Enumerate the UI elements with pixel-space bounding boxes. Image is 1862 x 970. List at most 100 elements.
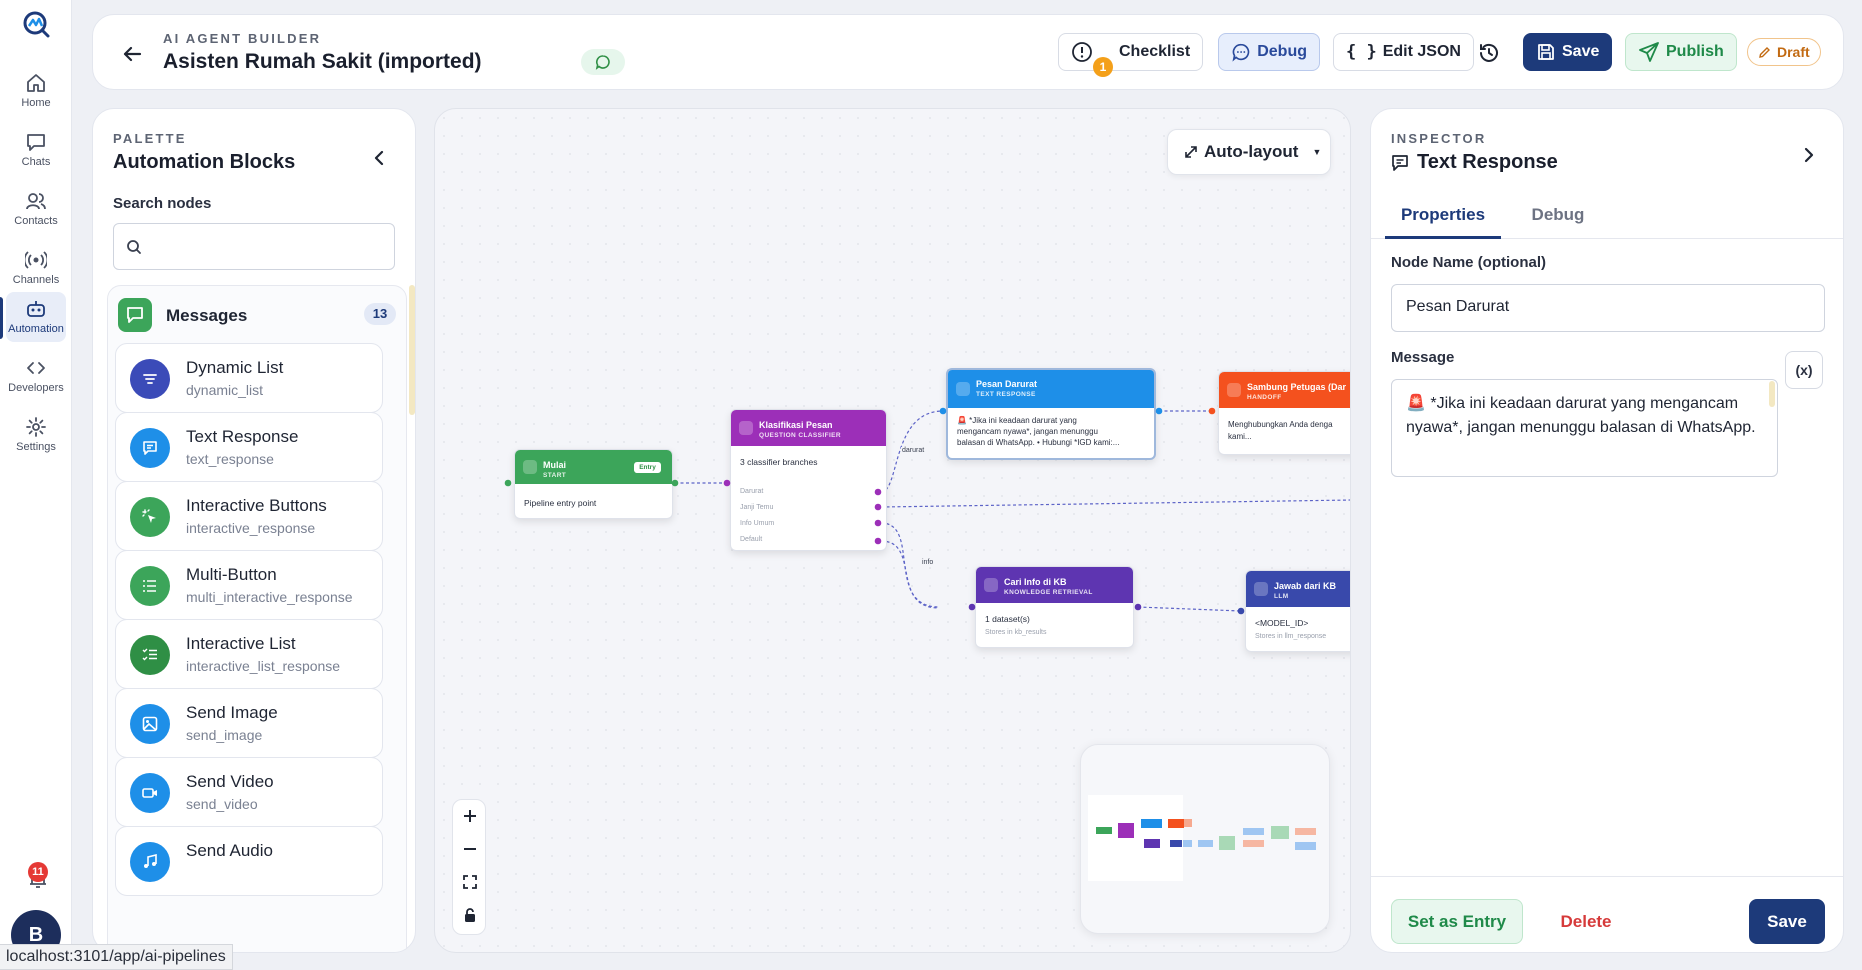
search-nodes-field[interactable] — [113, 223, 395, 270]
inspector-save-button[interactable]: Save — [1749, 899, 1825, 944]
rail-chats[interactable]: Chats — [6, 125, 66, 175]
minimap-node-llm — [1170, 840, 1182, 847]
app-logo[interactable] — [22, 10, 50, 38]
inspector-tabs: Properties Debug — [1371, 197, 1843, 239]
chat-icon — [27, 134, 45, 151]
palette-item-text-response[interactable]: Text Response text_response — [115, 412, 383, 482]
palette-item-icon-box — [130, 635, 170, 675]
lock-button[interactable] — [453, 899, 487, 932]
rail-developers[interactable]: Developers — [6, 351, 66, 401]
list-icon — [143, 580, 156, 592]
tab-debug[interactable]: Debug — [1513, 197, 1603, 239]
header-save-button[interactable]: Save — [1523, 33, 1613, 71]
palette-item-name: Send Audio — [186, 841, 273, 860]
plus-icon — [464, 810, 476, 822]
chevron-right-icon[interactable] — [1799, 145, 1819, 165]
rail-settings-label: Settings — [16, 441, 56, 453]
palette-item-multi-button[interactable]: Multi-Button multi_interactive_response — [115, 550, 383, 620]
minimap-node — [1183, 840, 1192, 847]
fit-view-icon — [463, 875, 477, 889]
fit-view-button[interactable] — [453, 866, 487, 899]
palette-item-send-audio[interactable]: Send Audio — [115, 826, 383, 896]
search-icon — [127, 240, 141, 254]
minimap-node — [1184, 819, 1192, 827]
message-scrollbar[interactable] — [1769, 381, 1775, 407]
robot-icon — [27, 301, 45, 317]
message-textarea[interactable]: 🚨 *Jika ini keadaan darurat yang menganc… — [1391, 379, 1778, 477]
minimap-node — [1198, 840, 1213, 847]
minimap-node-darurat — [1141, 819, 1162, 828]
search-nodes-input[interactable] — [150, 234, 386, 260]
palette-item-name: Send Video — [186, 772, 274, 791]
draft-badge: Draft — [1747, 38, 1821, 66]
pencil-icon — [1759, 46, 1770, 58]
home-icon — [27, 74, 45, 92]
gear-icon — [26, 417, 46, 437]
test-chat-pill[interactable] — [581, 49, 625, 75]
minimap-viewport — [1088, 795, 1183, 881]
palette-item-dynamic-list[interactable]: Dynamic List dynamic_list — [115, 343, 383, 413]
palette-item-icon-box — [130, 704, 170, 744]
palette-item-interactive-buttons[interactable]: Interactive Buttons interactive_response — [115, 481, 383, 551]
palette-item-id: send_image — [186, 727, 263, 743]
app-rail: Home Chats Contacts Channels Automation … — [0, 0, 72, 970]
publish-label: Publish — [1666, 43, 1724, 60]
palette-panel: PALETTE Automation Blocks Search nodes M… — [92, 108, 416, 953]
rail-contacts-label: Contacts — [14, 215, 58, 227]
minimap[interactable] — [1080, 744, 1330, 934]
insert-variable-button[interactable]: (x) — [1785, 351, 1823, 389]
rail-home[interactable]: Home — [6, 66, 66, 116]
rail-developers-label: Developers — [8, 382, 64, 394]
floppy-disk-icon — [1538, 44, 1554, 60]
palette-item-id: multi_interactive_response — [186, 589, 353, 605]
palette-item-send-image[interactable]: Send Image send_image — [115, 688, 383, 758]
rail-channels[interactable]: Channels — [6, 243, 66, 293]
edit-json-button[interactable]: { } Edit JSON — [1333, 33, 1474, 71]
builder-header: AI AGENT BUILDER Asisten Rumah Sakit (im… — [92, 14, 1844, 90]
messages-group-title[interactable]: Messages — [166, 306, 247, 326]
alert-circle-icon — [1072, 42, 1092, 62]
palette-item-icon-box — [130, 842, 170, 882]
rail-automation[interactable]: Automation — [6, 292, 66, 342]
palette-scrollbar[interactable] — [409, 285, 415, 415]
zoom-in-button[interactable] — [453, 800, 487, 833]
palette-item-send-video[interactable]: Send Video send_video — [115, 757, 383, 827]
palette-item-name: Dynamic List — [186, 358, 284, 377]
history-icon[interactable] — [1477, 41, 1501, 65]
zoom-controls — [452, 799, 486, 935]
palette-item-id: interactive_response — [186, 520, 316, 536]
minus-icon — [464, 848, 476, 850]
rail-settings[interactable]: Settings — [6, 410, 66, 460]
header-subtitle: AI AGENT BUILDER — [163, 31, 322, 46]
palette-item-name: Send Image — [186, 703, 278, 722]
minimap-node — [1219, 836, 1235, 850]
palette-item-id: interactive_list_response — [186, 658, 341, 674]
palette-item-name: Text Response — [186, 427, 299, 446]
browser-status-url: localhost:3101/app/ai-pipelines — [0, 944, 233, 970]
node-name-input[interactable]: Pesan Darurat — [1391, 284, 1825, 332]
braces-icon: { } — [1346, 42, 1377, 62]
publish-button[interactable]: Publish — [1625, 33, 1737, 71]
checklist-button[interactable]: Checklist 1 — [1058, 33, 1204, 77]
rail-active-indicator — [0, 297, 3, 339]
back-arrow-icon[interactable] — [121, 43, 143, 65]
palette-item-name: Interactive List — [186, 634, 296, 653]
rail-automation-label: Automation — [8, 323, 64, 335]
checklist-badge: 1 — [1093, 57, 1113, 77]
minimap-node — [1295, 828, 1316, 835]
rail-contacts[interactable]: Contacts — [6, 184, 66, 234]
video-icon — [142, 788, 157, 798]
minimap-node — [1271, 826, 1289, 839]
tab-properties[interactable]: Properties — [1385, 197, 1501, 239]
code-icon — [27, 362, 45, 374]
debug-button[interactable]: Debug — [1218, 33, 1320, 71]
inspector-subtitle: INSPECTOR — [1391, 131, 1487, 146]
delete-node-button[interactable]: Delete — [1531, 899, 1641, 944]
set-as-entry-button[interactable]: Set as Entry — [1391, 899, 1523, 944]
handle-dots — [504, 407, 1245, 615]
chevron-left-icon[interactable] — [371, 149, 389, 167]
palette-item-interactive-list[interactable]: Interactive List interactive_list_respon… — [115, 619, 383, 689]
zoom-out-button[interactable] — [453, 833, 487, 866]
flow-canvas[interactable]: darurat info Auto-layout ▼ Mulai START E… — [434, 108, 1351, 953]
palette-item-name: Multi-Button — [186, 565, 277, 584]
